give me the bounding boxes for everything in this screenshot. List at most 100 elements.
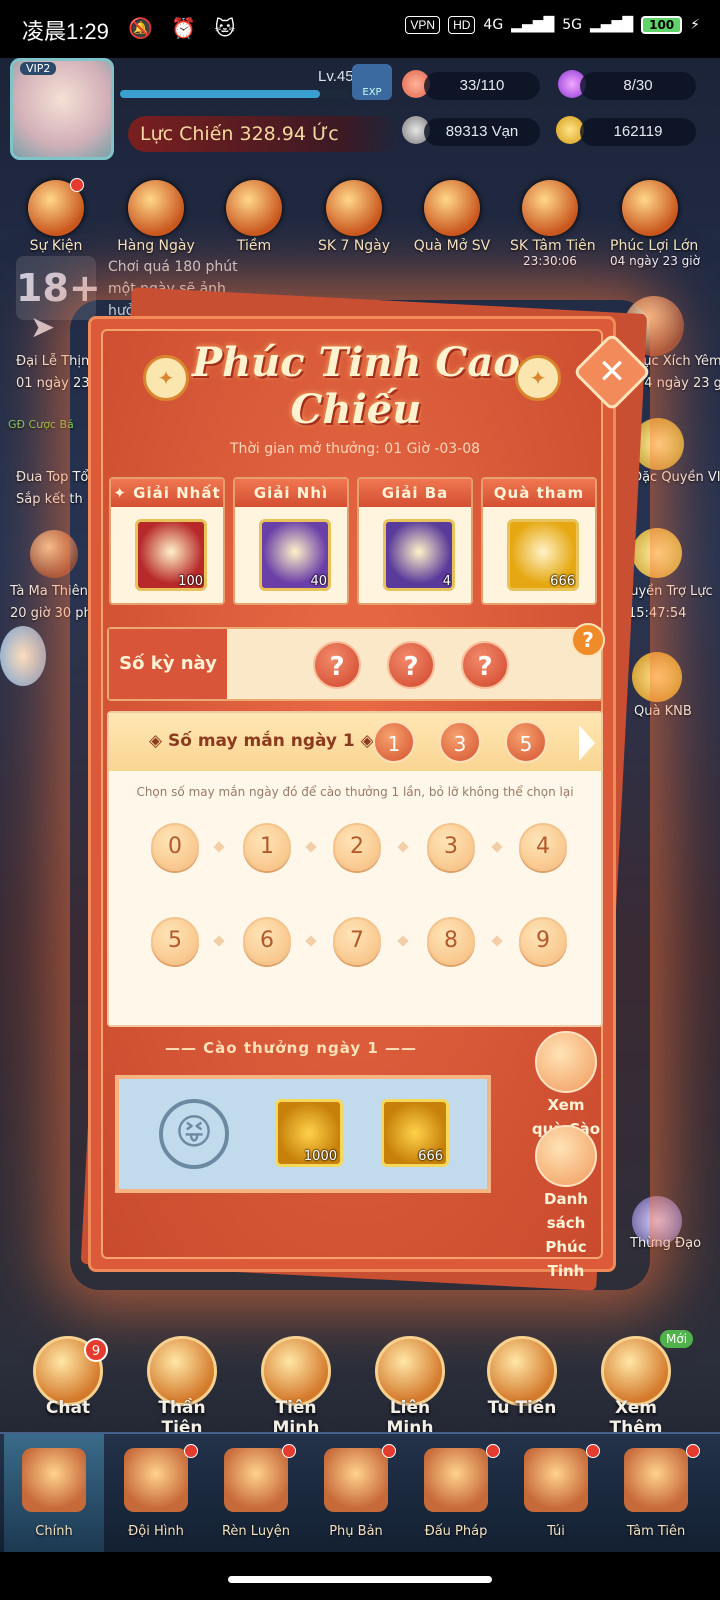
notification-dot xyxy=(282,1444,296,1458)
separator-dot xyxy=(491,841,503,853)
number-button-9[interactable]: 9 xyxy=(519,917,567,965)
number-button-8[interactable]: 8 xyxy=(427,917,475,965)
issue-number-1: ? xyxy=(313,641,361,689)
share-icon[interactable]: ➤ xyxy=(30,310,55,345)
vpn-icon: VPN xyxy=(405,16,441,34)
number-button-4[interactable]: 4 xyxy=(519,823,567,871)
shop-icon xyxy=(226,180,282,236)
gold-reward-2: 666 xyxy=(381,1099,449,1167)
silver-value[interactable]: 89313 Vạn xyxy=(424,118,540,146)
gift-icon xyxy=(522,180,578,236)
scratch-card[interactable]: 😝 1000 666 xyxy=(115,1075,491,1193)
vip-badge: VIP2 xyxy=(20,62,57,75)
prize-label: ✦ Giải Nhất ✦ xyxy=(111,479,223,530)
number-button-7[interactable]: 7 xyxy=(333,917,381,965)
event-sk-7-ngay[interactable]: SK 7 Ngày xyxy=(314,180,394,254)
eye-icon xyxy=(624,1448,688,1512)
notification-dot xyxy=(184,1444,198,1458)
power-value: 328.94 Ức xyxy=(239,123,339,145)
tab-chinh[interactable]: Chính xyxy=(4,1434,104,1554)
number-button-2[interactable]: 2 xyxy=(333,823,381,871)
status-icons: 🔕 ⏰ 🐱 xyxy=(128,16,242,40)
signal-icon: 4G xyxy=(483,17,504,33)
modal-title: Phúc Tinh Cao Chiếu xyxy=(191,339,520,433)
event-tiem[interactable]: Tiềm xyxy=(214,180,294,254)
gold-value[interactable]: 162119 xyxy=(580,118,696,146)
number-button-6[interactable]: 6 xyxy=(243,917,291,965)
power-label: Lực Chiến xyxy=(140,123,234,145)
prize-third[interactable]: Giải Ba 4 xyxy=(357,477,473,605)
training-icon xyxy=(224,1448,288,1512)
event-sk-tam-tien[interactable]: SK Tâm Tiên 23:30:06 xyxy=(510,180,596,268)
lucky-number-panel: ◈ Số may mắn ngày 1 ◈ 1 3 5 Chọn số may … xyxy=(107,711,603,1027)
status-right: VPN HD 4G ▂▄▆█ 5G ▂▄▆█ 100 ⚡ xyxy=(405,16,700,34)
tower-icon xyxy=(424,1448,488,1512)
issue-label: Số kỳ này xyxy=(109,629,227,699)
hd-icon: HD xyxy=(448,16,476,34)
quick-tien-minh[interactable]: Tiên Minh xyxy=(250,1336,342,1438)
notification-dot xyxy=(686,1444,700,1458)
prize-second[interactable]: Giải Nhì 40 xyxy=(233,477,349,605)
energy-value[interactable]: 8/30 xyxy=(580,72,696,100)
separator-dot xyxy=(397,841,409,853)
prize-participation[interactable]: Quà tham gia 666 xyxy=(481,477,597,605)
prize-qty: 100 xyxy=(178,574,203,589)
issue-number-3: ? xyxy=(461,641,509,689)
lucky-bag-icon xyxy=(622,180,678,236)
signal-5g-icon: 5G xyxy=(562,17,583,33)
notification-dot xyxy=(486,1444,500,1458)
charging-icon: ⚡ xyxy=(690,17,700,33)
prize-qty: 4 xyxy=(442,574,451,589)
separator-dot xyxy=(213,935,225,947)
combat-power: Lực Chiến 328.94 Ức xyxy=(128,116,400,152)
chat-badge: 9 xyxy=(84,1338,108,1362)
lucky-list-button[interactable]: Danh sách Phúc Tinh xyxy=(531,1125,601,1283)
battery-icon: 100 xyxy=(641,16,683,34)
status-bar: 凌晨1:29 🔕 ⏰ 🐱 VPN HD 4G ▂▄▆█ 5G ▂▄▆█ 100 … xyxy=(0,0,720,58)
next-arrow-icon[interactable] xyxy=(579,725,595,761)
flower-icon xyxy=(601,1336,671,1406)
separator-dot xyxy=(491,935,503,947)
exp-bar xyxy=(120,90,350,98)
quick-than-tien[interactable]: Thần Tiên xyxy=(136,1336,228,1438)
event-su-kien[interactable]: Sự Kiện xyxy=(16,180,96,254)
separator-dot xyxy=(305,935,317,947)
number-button-3[interactable]: 3 xyxy=(427,823,475,871)
side-item-gd-cuoc[interactable]: GĐ Cược Bá xyxy=(8,418,74,431)
scroll-icon xyxy=(535,1031,597,1093)
lucky-number-2: 3 xyxy=(439,721,481,763)
help-icon[interactable]: ? xyxy=(571,623,605,657)
exp-bar-fill xyxy=(120,90,321,98)
new-badge: Mới xyxy=(660,1330,694,1348)
lucky-number-3: 5 xyxy=(505,721,547,763)
number-button-0[interactable]: 0 xyxy=(151,823,199,871)
notification-dot xyxy=(586,1444,600,1458)
event-qua-mo-sv[interactable]: Quà Mở SV xyxy=(412,180,492,254)
issue-number-2: ? xyxy=(387,641,435,689)
notification-dot xyxy=(70,178,84,192)
event-hang-ngay[interactable]: Hàng Ngày xyxy=(116,180,196,254)
quick-tu-tien[interactable]: Tu Tiên xyxy=(476,1336,568,1418)
prize-label: Giải Nhì xyxy=(235,479,347,507)
prize-first[interactable]: ✦ Giải Nhất ✦ 100 xyxy=(109,477,225,605)
quick-xem-them[interactable]: Xem Thêm xyxy=(590,1336,682,1438)
lucky-number-1: 1 xyxy=(373,721,415,763)
exp-button[interactable]: EXP xyxy=(352,64,392,100)
prize-label: Giải Ba xyxy=(359,479,471,507)
stamina-value[interactable]: 33/110 xyxy=(424,72,540,100)
event-phuc-loi-lon[interactable]: Phúc Lợi Lớn 04 ngày 23 giờ xyxy=(610,180,700,268)
quick-lien-minh[interactable]: Liên Minh xyxy=(364,1336,456,1438)
number-button-5[interactable]: 5 xyxy=(151,917,199,965)
notification-dot xyxy=(382,1444,396,1458)
home-indicator[interactable] xyxy=(228,1576,492,1583)
prize-qty: 40 xyxy=(310,574,327,589)
separator-dot xyxy=(305,841,317,853)
number-button-1[interactable]: 1 xyxy=(243,823,291,871)
lucky-header: ◈ Số may mắn ngày 1 ◈ 1 3 5 xyxy=(109,713,601,771)
title-ornament-right-icon: ✦ xyxy=(515,355,561,401)
gate-icon xyxy=(324,1448,388,1512)
crane-icon xyxy=(487,1336,557,1406)
pet-avatar-icon[interactable] xyxy=(0,626,46,686)
prize-label: Quà tham gia xyxy=(483,479,595,530)
fox-icon xyxy=(424,180,480,236)
